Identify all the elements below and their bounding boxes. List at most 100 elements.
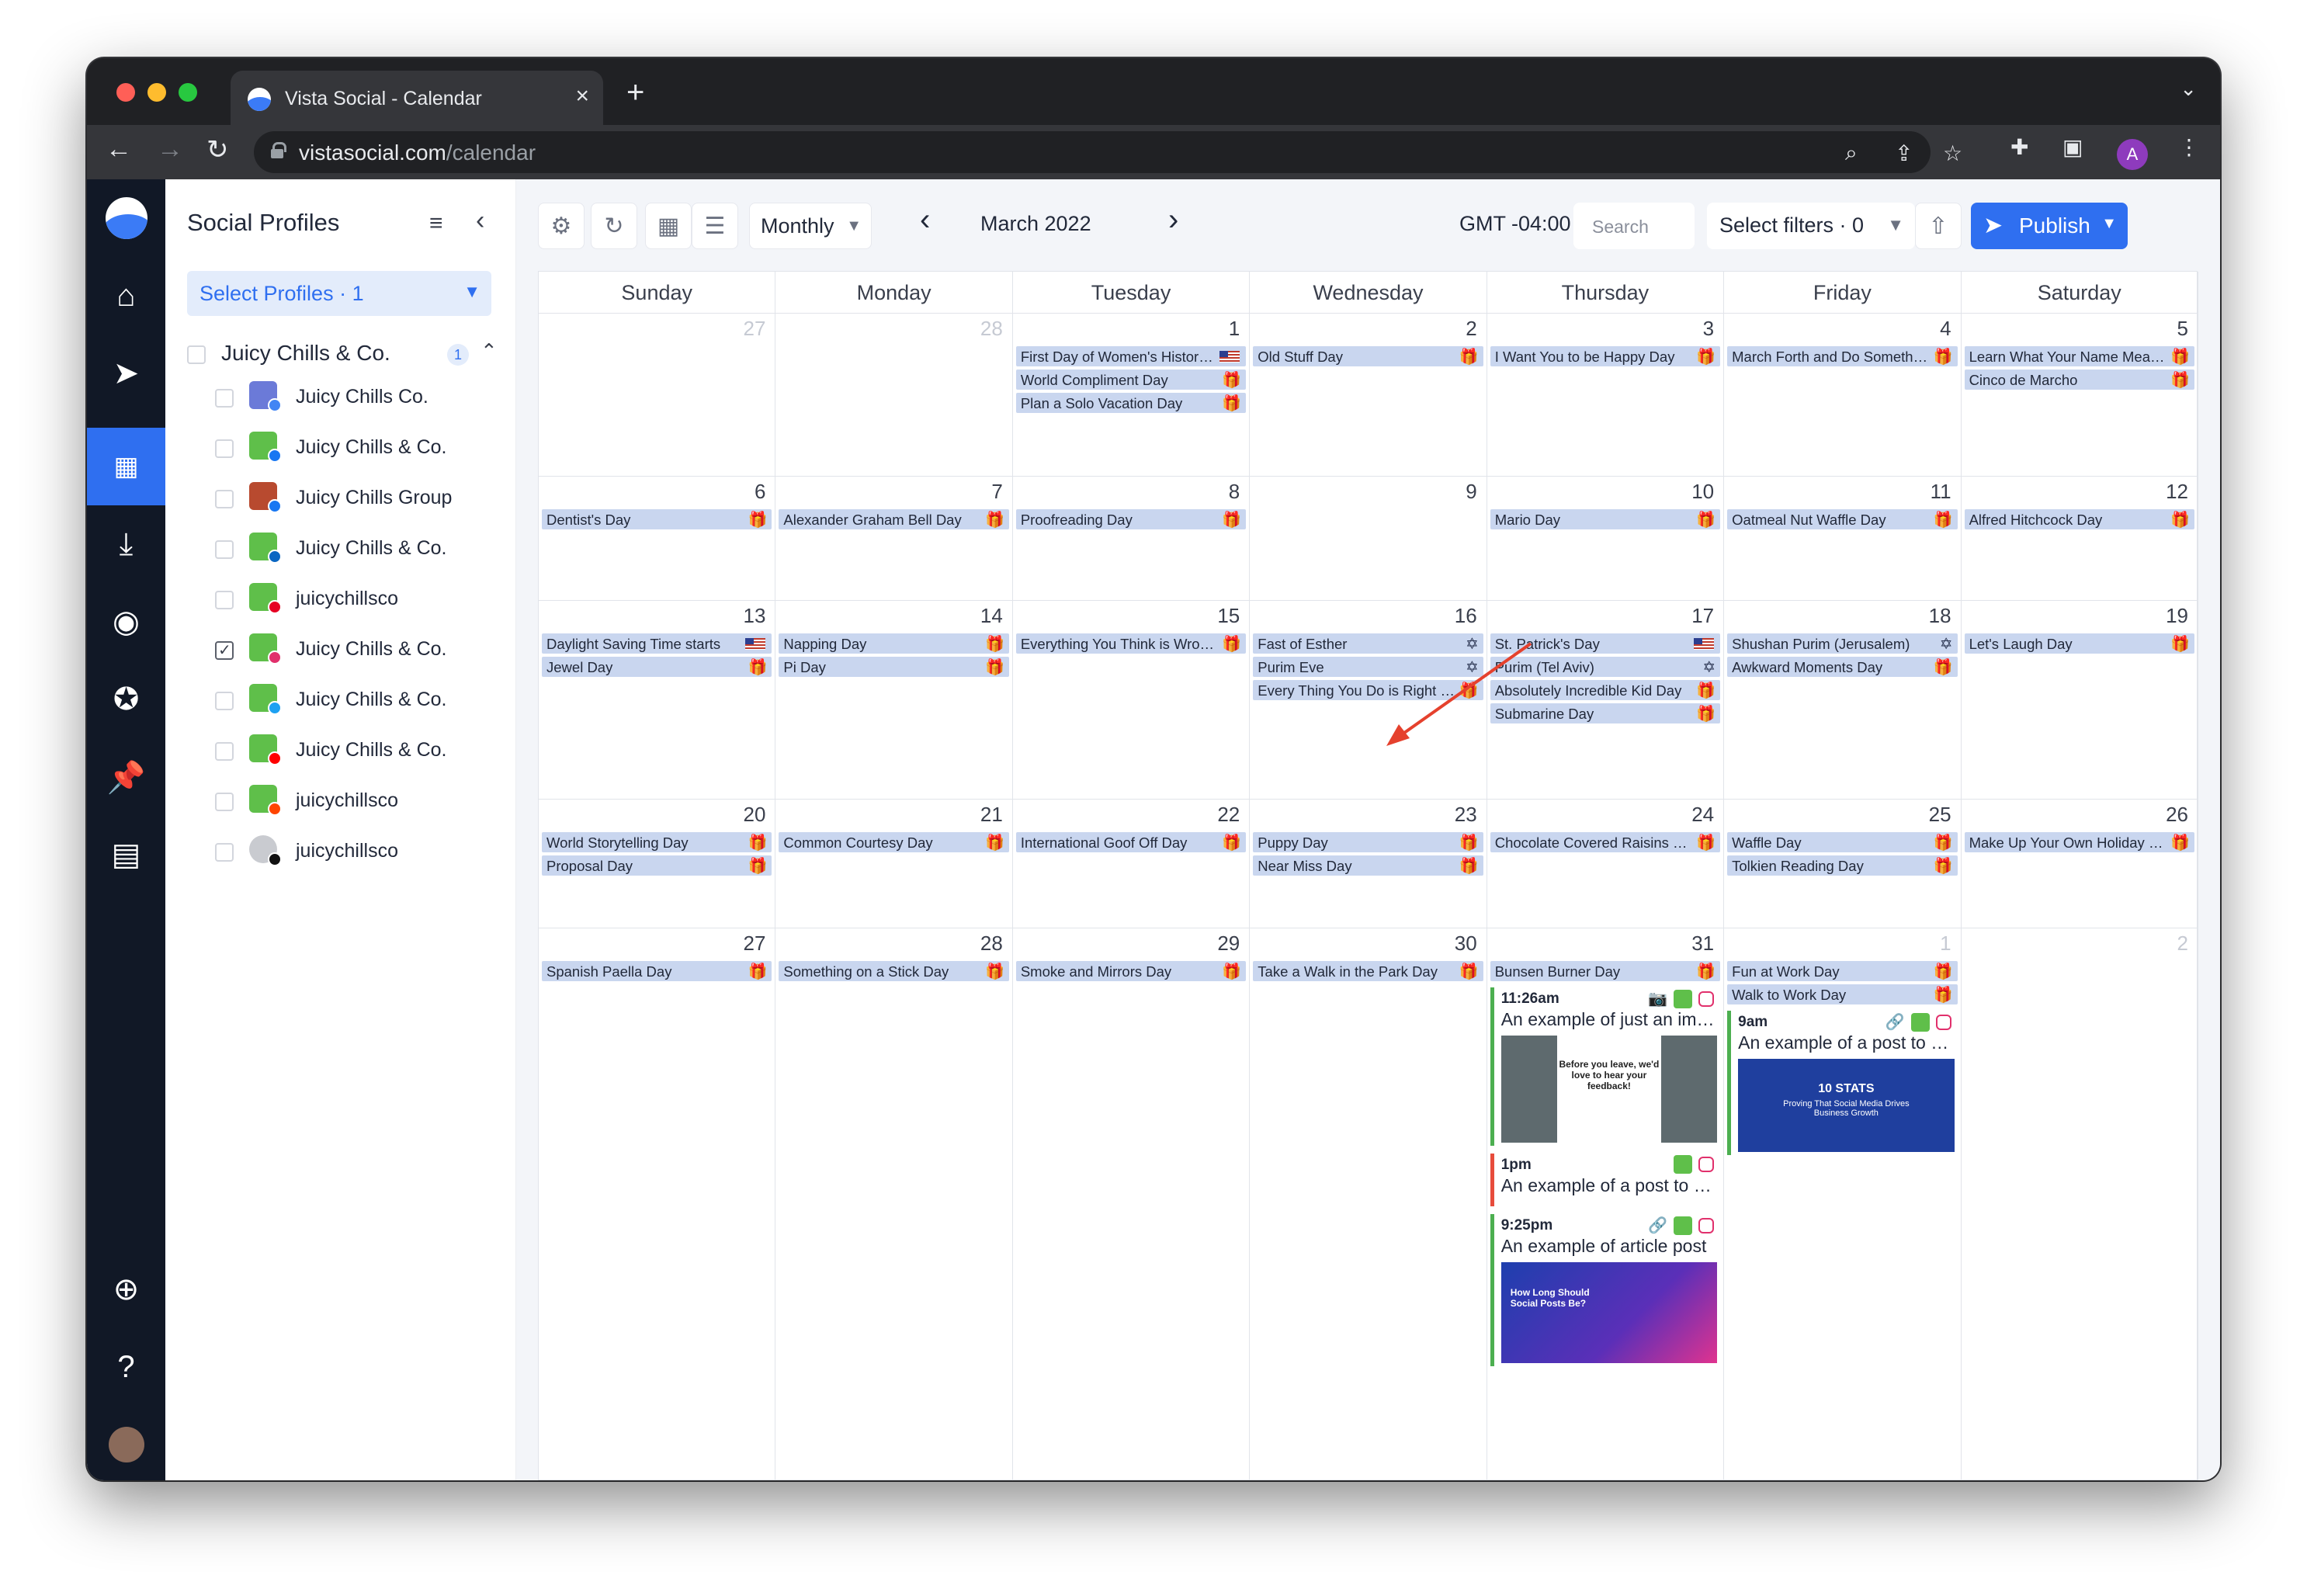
day-cell[interactable]: 27 Spanish Paella Day 🎁: [539, 928, 776, 1480]
holiday-event[interactable]: World Compliment Day 🎁: [1015, 370, 1247, 390]
day-cell[interactable]: 20 World Storytelling Day 🎁 Proposal Day 🎁: [539, 800, 776, 928]
day-cell[interactable]: 7 Alexander Graham Bell Day 🎁: [775, 477, 1013, 601]
holiday-event[interactable]: Take a Walk in the Park Day 🎁: [1253, 961, 1483, 981]
forward-arrow-icon[interactable]: →: [157, 134, 183, 165]
profile-group[interactable]: Juicy Chills & Co. 1 ⌃: [187, 335, 498, 373]
send-icon[interactable]: ➤: [87, 335, 165, 412]
calendar-view-button[interactable]: ▦: [645, 203, 692, 249]
holiday-event[interactable]: Old Stuff Day 🎁: [1253, 346, 1483, 366]
side-panel-icon[interactable]: ▣: [2062, 134, 2083, 160]
scheduled-post[interactable]: 9am An example of a post to Instagram🔗 10 …: [1727, 1011, 1958, 1155]
day-cell[interactable]: 11 Oatmeal Nut Waffle Day 🎁: [1724, 477, 1962, 601]
profile-item[interactable]: Juicy Chills & Co.: [215, 529, 494, 568]
holiday-event[interactable]: Near Miss Day 🎁: [1253, 855, 1483, 876]
minimize-window-button[interactable]: [147, 83, 166, 102]
holiday-event[interactable]: Jewel Day 🎁: [542, 657, 772, 677]
filter-icon[interactable]: ≡: [429, 210, 443, 237]
prev-month-icon[interactable]: ‹: [920, 203, 930, 238]
holiday-event[interactable]: Common Courtesy Day 🎁: [779, 832, 1009, 852]
day-cell[interactable]: 10 Mario Day 🎁: [1487, 477, 1725, 601]
profile-item[interactable]: Juicy Chills & Co.: [215, 630, 494, 669]
share-calendar-button[interactable]: ⇧: [1915, 203, 1962, 249]
profile-item[interactable]: Juicy Chills & Co.: [215, 681, 494, 720]
zoom-search-icon[interactable]: ⌕: [1845, 141, 1858, 166]
holiday-event[interactable]: Dentist's Day 🎁: [542, 509, 772, 529]
browser-profile-avatar[interactable]: A: [2117, 139, 2148, 170]
day-cell[interactable]: 22 International Goof Off Day 🎁: [1012, 800, 1251, 928]
holiday-event[interactable]: Smoke and Mirrors Day 🎁: [1015, 961, 1247, 981]
collapse-panel-icon[interactable]: ‹: [476, 206, 484, 236]
tab-close-icon[interactable]: ×: [575, 83, 589, 109]
pin-icon[interactable]: 📌: [87, 738, 165, 816]
select-profiles-dropdown[interactable]: Select Profiles · 1 ▼: [187, 271, 491, 316]
holiday-event[interactable]: Alexander Graham Bell Day 🎁: [779, 509, 1009, 529]
day-cell[interactable]: 24 Chocolate Covered Raisins Day 🎁: [1487, 800, 1725, 928]
reviews-star-icon[interactable]: ✪: [87, 661, 165, 738]
help-icon[interactable]: ?: [87, 1328, 165, 1406]
holiday-event[interactable]: I Want You to be Happy Day 🎁: [1490, 346, 1721, 366]
holiday-event[interactable]: Learn What Your Name Means Day🎁: [1964, 346, 2194, 366]
profile-item[interactable]: juicychillsco: [215, 832, 494, 871]
settings-gear-button[interactable]: ⚙: [538, 203, 585, 249]
day-cell[interactable]: 5Learn What Your Name Means Day🎁Cinco de…: [1961, 314, 2198, 477]
share-icon[interactable]: ⇪: [1895, 141, 1913, 166]
day-cell[interactable]: 19 Let's Laugh Day 🎁: [1961, 601, 2198, 800]
day-cell[interactable]: 12 Alfred Hitchcock Day 🎁: [1961, 477, 2198, 601]
holiday-event[interactable]: Chocolate Covered Raisins Day 🎁: [1490, 832, 1721, 852]
profile-checkbox[interactable]: [215, 640, 234, 660]
browser-menu-icon[interactable]: ⋮: [2178, 134, 2200, 160]
holiday-event[interactable]: Napping Day 🎁: [779, 633, 1009, 654]
browser-tab[interactable]: Vista Social - Calendar ×: [231, 71, 603, 125]
add-circle-icon[interactable]: ⊕: [87, 1251, 165, 1328]
holiday-event[interactable]: Everything You Think is Wrong Day🎁: [1015, 633, 1247, 654]
holiday-event[interactable]: Alfred Hitchcock Day 🎁: [1964, 509, 2194, 529]
inbox-icon[interactable]: ⤓: [87, 505, 165, 583]
profile-item[interactable]: Juicy Chills & Co.: [215, 731, 494, 770]
day-cell[interactable]: 26 Make Up Your Own Holiday Day 🎁: [1961, 800, 2198, 928]
bookmark-star-icon[interactable]: ☆: [1943, 141, 1962, 166]
profile-checkbox[interactable]: [215, 843, 234, 862]
holiday-event[interactable]: Something on a Stick Day 🎁: [779, 961, 1009, 981]
day-cell[interactable]: 1 First Day of Women's History Month World…: [1012, 314, 1251, 477]
profile-item[interactable]: Juicy Chills Group: [215, 479, 494, 518]
day-cell[interactable]: 1 Fun at Work Day 🎁 Walk to Work Day 🎁 9am An …: [1724, 928, 1962, 1480]
holiday-event[interactable]: Pi Day 🎁: [779, 657, 1009, 677]
holiday-event[interactable]: Awkward Moments Day 🎁: [1727, 657, 1958, 677]
day-cell[interactable]: 3 I Want You to be Happy Day 🎁: [1487, 314, 1725, 477]
address-bar[interactable]: vistasocial.com/calendar ⌕ ⇪ ☆: [254, 131, 1962, 173]
holiday-event[interactable]: Bunsen Burner Day 🎁: [1490, 961, 1721, 981]
profile-item[interactable]: Juicy Chills & Co.: [215, 428, 494, 467]
profile-checkbox[interactable]: [215, 540, 234, 559]
holiday-event[interactable]: Proposal Day 🎁: [542, 855, 772, 876]
scheduled-post[interactable]: 9:25pm An example of article post 🔗 How Lon…: [1490, 1214, 1721, 1366]
day-cell[interactable]: 31 Bunsen Burner Day 🎁 11:26am An example of…: [1487, 928, 1725, 1480]
day-cell[interactable]: 2 Old Stuff Day 🎁: [1250, 314, 1487, 477]
day-cell[interactable]: 2: [1962, 928, 2198, 1480]
day-cell[interactable]: 13 Daylight Saving Time starts Jewel Day 🎁: [539, 601, 776, 800]
holiday-event[interactable]: Proofreading Day 🎁: [1015, 509, 1247, 529]
back-arrow-icon[interactable]: ←: [106, 134, 132, 165]
profile-checkbox[interactable]: [215, 793, 234, 811]
profile-checkbox[interactable]: [215, 591, 234, 609]
day-cell[interactable]: 8 Proofreading Day 🎁: [1012, 477, 1251, 601]
holiday-event[interactable]: Puppy Day 🎁: [1253, 832, 1483, 852]
refresh-button[interactable]: ↻: [591, 203, 637, 249]
day-cell[interactable]: 23 Puppy Day 🎁 Near Miss Day 🎁: [1250, 800, 1487, 928]
holiday-event[interactable]: Waffle Day 🎁: [1727, 832, 1958, 852]
filters-dropdown[interactable]: Select filters · 0 ▼: [1707, 203, 1915, 249]
day-cell[interactable]: 18 Shushan Purim (Jerusalem) ✡ Awkward Mome…: [1724, 601, 1962, 800]
scheduled-post[interactable]: 1pm An example of a post to Instagram: [1490, 1154, 1721, 1206]
day-cell[interactable]: 14 Napping Day 🎁 Pi Day 🎁: [775, 601, 1013, 800]
day-cell[interactable]: 6 Dentist's Day 🎁: [539, 477, 776, 601]
reload-icon[interactable]: ↻: [206, 134, 229, 165]
holiday-event[interactable]: March Forth and Do Something Day🎁: [1727, 346, 1958, 366]
profile-checkbox[interactable]: [215, 692, 234, 710]
profile-item[interactable]: juicychillsco: [215, 782, 494, 821]
day-cell[interactable]: 30 Take a Walk in the Park Day 🎁: [1250, 928, 1487, 1480]
user-avatar[interactable]: [87, 1406, 165, 1480]
holiday-event[interactable]: Make Up Your Own Holiday Day 🎁: [1964, 832, 2194, 852]
tab-search-chevron-icon[interactable]: ⌄: [2180, 77, 2197, 101]
extensions-puzzle-icon[interactable]: ✚: [2010, 134, 2028, 160]
vista-logo-icon[interactable]: [87, 179, 165, 257]
holiday-event[interactable]: Cinco de Marcho 🎁: [1964, 370, 2194, 390]
